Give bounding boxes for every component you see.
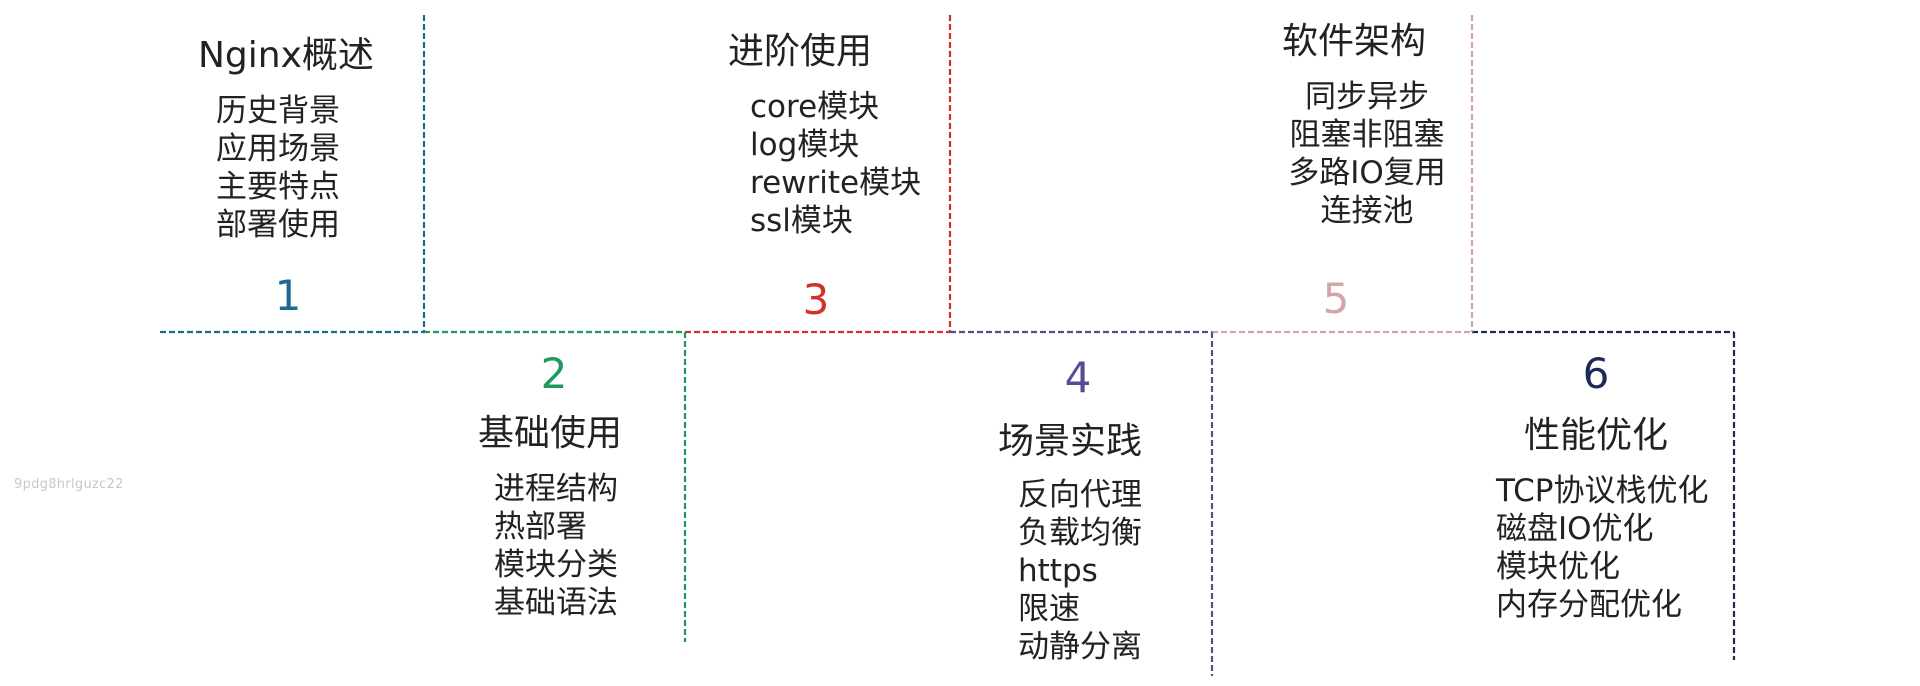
section-2-items: 进程结构 热部署 模块分类 基础语法 — [494, 470, 622, 622]
section-4-item: https — [1018, 553, 1098, 589]
section-6-item: TCP协议栈优化 — [1496, 473, 1709, 509]
section-4-item: 限速 — [1018, 591, 1080, 627]
section-6-block: 性能优化 TCP协议栈优化 磁盘IO优化 模块优化 内存分配优化 — [1496, 414, 1708, 624]
section-5-block: 软件架构 同步异步 阻塞非阻塞 多路IO复用 连接池 — [1282, 20, 1452, 230]
section-5-item: 阻塞非阻塞 — [1289, 117, 1445, 153]
section-5-item: 多路IO复用 — [1288, 155, 1446, 191]
section-1-item: 应用场景 — [216, 131, 340, 167]
section-2-title: 基础使用 — [478, 413, 623, 454]
section-6-item: 磁盘IO优化 — [1496, 511, 1654, 547]
section-5-item: 连接池 — [1320, 193, 1414, 229]
section-1-item: 部署使用 — [216, 207, 340, 243]
section-3-item: ssl模块 — [750, 203, 853, 239]
section-6-items: TCP协议栈优化 磁盘IO优化 模块优化 内存分配优化 — [1496, 472, 1708, 624]
section-4-number: 4 — [1064, 353, 1092, 402]
section-4-title: 场景实践 — [998, 421, 1143, 462]
section-2-number: 2 — [540, 349, 568, 398]
section-3-items: core模块 log模块 rewrite模块 ssl模块 — [750, 88, 921, 240]
section-6-title: 性能优化 — [1524, 415, 1669, 456]
section-3-item: core模块 — [750, 89, 880, 125]
section-3-title: 进阶使用 — [728, 31, 873, 72]
section-4-item: 反向代理 — [1018, 477, 1142, 513]
section-2-item: 热部署 — [494, 509, 587, 545]
section-2-item: 进程结构 — [494, 471, 618, 507]
section-4-item: 动静分离 — [1018, 629, 1142, 665]
section-3-block: 进阶使用 core模块 log模块 rewrite模块 ssl模块 — [728, 30, 921, 240]
section-6-item: 模块优化 — [1496, 549, 1620, 585]
section-4-block: 场景实践 反向代理 负载均衡 https 限速 动静分离 — [998, 420, 1142, 666]
section-1-item: 历史背景 — [216, 93, 340, 129]
watermark: 9pdg8hrlguzc22 — [14, 477, 124, 492]
section-1-items: 历史背景 应用场景 主要特点 部署使用 — [216, 92, 374, 244]
section-2-block: 基础使用 进程结构 热部署 模块分类 基础语法 — [478, 412, 622, 622]
section-3-item: rewrite模块 — [750, 165, 922, 201]
section-3-number: 3 — [802, 275, 830, 324]
section-1-number: 1 — [274, 271, 302, 320]
nginx-roadmap-diagram: 9pdg8hrlguzc22 Nginx概述 历史背景 应用场景 主要特点 部署… — [0, 0, 1920, 686]
section-6-number: 6 — [1582, 349, 1610, 398]
section-5-number: 5 — [1322, 274, 1350, 323]
section-5-title: 软件架构 — [1282, 21, 1427, 62]
section-2-item: 模块分类 — [494, 547, 618, 583]
section-4-items: 反向代理 负载均衡 https 限速 动静分离 — [1018, 476, 1142, 666]
section-3-item: log模块 — [750, 127, 860, 163]
section-1-title: Nginx概述 — [198, 35, 374, 76]
section-6-item: 内存分配优化 — [1496, 587, 1682, 623]
section-5-items: 同步异步 阻塞非阻塞 多路IO复用 连接池 — [1282, 78, 1452, 230]
section-1-block: Nginx概述 历史背景 应用场景 主要特点 部署使用 — [198, 34, 374, 244]
section-4-item: 负载均衡 — [1018, 515, 1142, 551]
section-5-item: 同步异步 — [1305, 79, 1429, 115]
section-1-item: 主要特点 — [216, 169, 340, 205]
section-2-item: 基础语法 — [494, 585, 618, 621]
